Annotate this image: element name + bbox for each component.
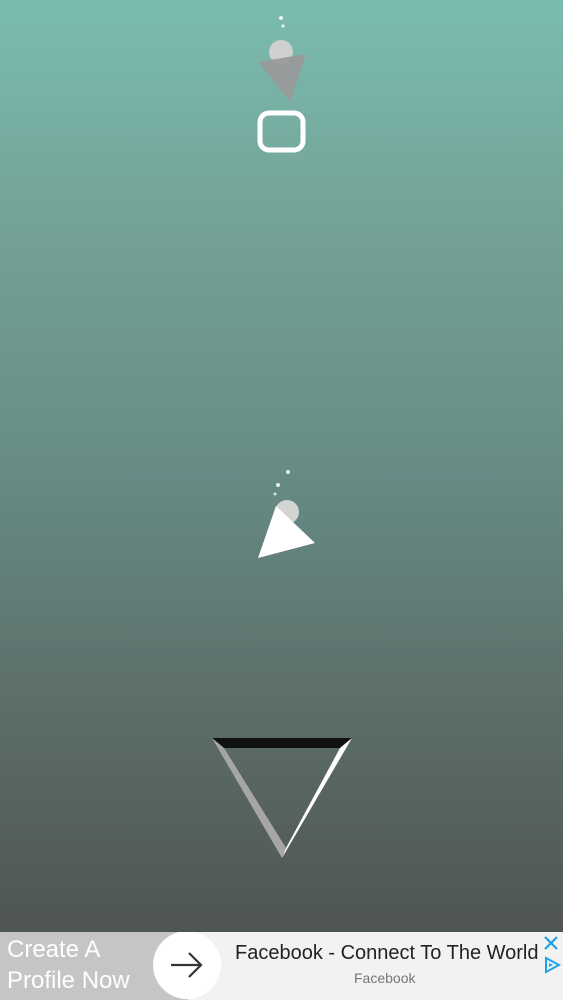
ad-banner[interactable]: Create A Profile Now Facebook - Connect … (0, 932, 563, 1000)
close-icon[interactable] (542, 934, 560, 952)
adchoices-icon[interactable] (543, 956, 561, 974)
particle-dot (279, 16, 283, 20)
ad-arrow-button[interactable] (152, 932, 224, 1000)
top-gate-icon (257, 110, 306, 153)
ad-left-text: Create A Profile Now (7, 936, 130, 994)
particle-dot (273, 492, 277, 496)
bottom-gate-icon (212, 738, 352, 858)
ad-title[interactable]: Facebook - Connect To The World (235, 942, 539, 965)
game-scene (212, 16, 352, 858)
game-canvas[interactable] (0, 0, 563, 932)
top-player-icon (258, 40, 306, 102)
ad-subtitle: Facebook (354, 970, 416, 986)
particle-dot (281, 24, 285, 28)
particle-dot (286, 470, 290, 474)
middle-player-icon (258, 500, 315, 558)
particle-dot (276, 483, 280, 487)
